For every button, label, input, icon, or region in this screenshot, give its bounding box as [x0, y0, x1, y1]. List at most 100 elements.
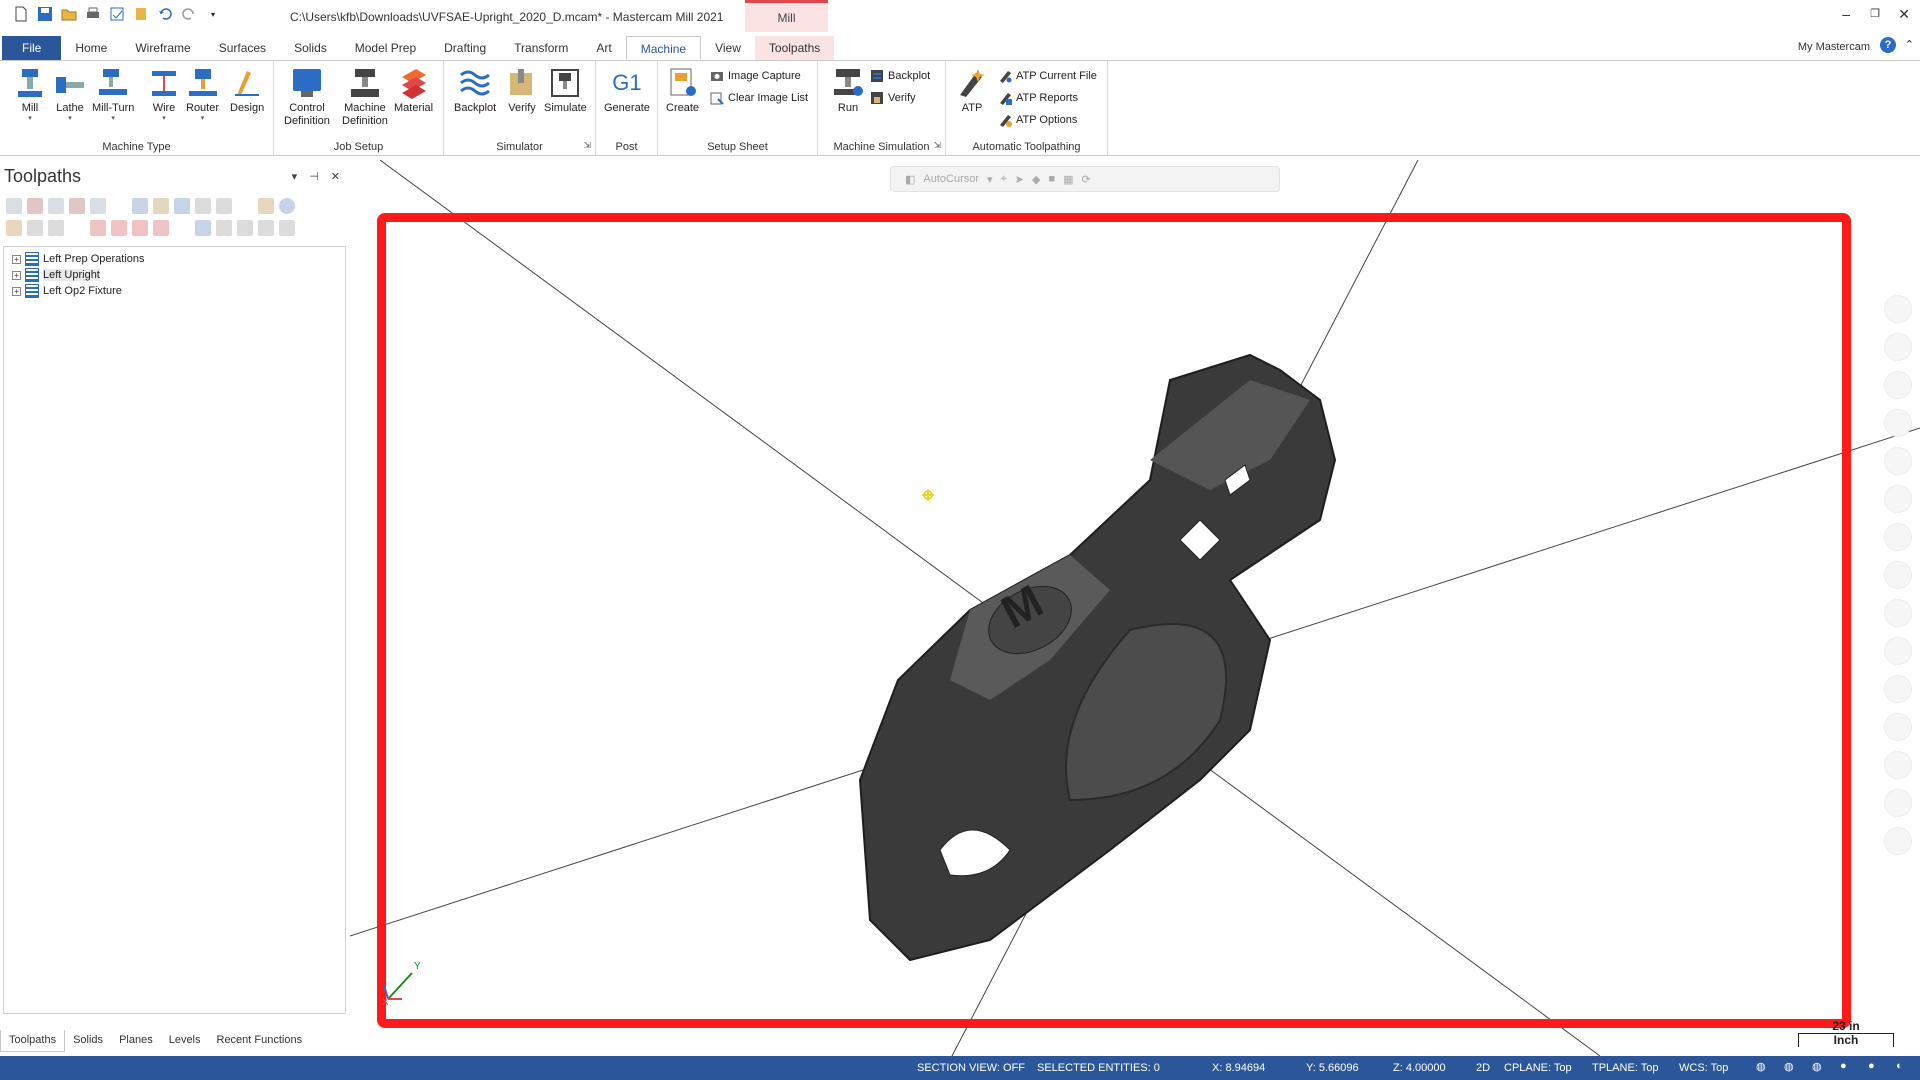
- collapse-ribbon-icon[interactable]: ⌃: [1905, 38, 1914, 51]
- select-toolpaths-icon[interactable]: [48, 198, 64, 214]
- machine-sim-backplot-button[interactable]: Backplot: [870, 69, 930, 83]
- high-feed-icon[interactable]: [216, 198, 232, 214]
- run-button[interactable]: Run: [832, 67, 864, 115]
- levels-icon[interactable]: [1884, 675, 1912, 703]
- z-coordinate[interactable]: Z: 4.00000: [1393, 1062, 1446, 1074]
- tab-wireframe[interactable]: Wireframe: [121, 36, 204, 60]
- tab-art[interactable]: Art: [582, 36, 625, 60]
- lathe-button[interactable]: Lathe ▾: [54, 67, 86, 123]
- move-down-icon[interactable]: [90, 220, 106, 236]
- insert-arrow-icon[interactable]: [132, 220, 148, 236]
- cplane-status[interactable]: CPLANE: Top: [1504, 1062, 1572, 1074]
- router-button[interactable]: Router ▾: [186, 67, 219, 123]
- pin-icon[interactable]: ⊣: [309, 170, 319, 183]
- tab-machine[interactable]: Machine: [625, 36, 702, 60]
- print-preview-icon[interactable]: [108, 5, 126, 23]
- expand-icon[interactable]: +: [12, 270, 21, 280]
- lock-icon[interactable]: [6, 220, 22, 236]
- material-button[interactable]: Material: [394, 67, 433, 115]
- zoom-in-icon[interactable]: [1884, 295, 1912, 323]
- clear-icon[interactable]: [1884, 827, 1912, 855]
- save-icon[interactable]: [36, 5, 54, 23]
- deselect-all-icon[interactable]: [27, 198, 43, 214]
- scroll-insert-icon[interactable]: [153, 220, 169, 236]
- measure-icon[interactable]: [1884, 485, 1912, 513]
- move-up-icon[interactable]: [111, 220, 127, 236]
- wcs-status[interactable]: WCS: Top: [1679, 1062, 1728, 1074]
- tab-toolpaths-manager[interactable]: Toolpaths: [0, 1030, 66, 1052]
- light-icon[interactable]: [1884, 789, 1912, 817]
- globe-icon[interactable]: ◍: [1756, 1060, 1766, 1073]
- view-icon[interactable]: [1884, 447, 1912, 475]
- new-file-icon[interactable]: [12, 5, 30, 23]
- tab-model-prep[interactable]: Model Prep: [341, 36, 430, 60]
- backplot-toolpaths-icon[interactable]: [132, 198, 148, 214]
- pan-icon[interactable]: [1884, 409, 1912, 437]
- close-window-icon[interactable]: ✕: [1898, 6, 1910, 23]
- panel-dropdown-icon[interactable]: ▾: [292, 170, 298, 183]
- backplot-button[interactable]: Backplot: [454, 67, 496, 115]
- mode-2d-3d[interactable]: 2D: [1476, 1062, 1490, 1074]
- toggle-display-icon[interactable]: [27, 220, 43, 236]
- simulate-toolpaths-icon[interactable]: [174, 198, 190, 214]
- tab-transform[interactable]: Transform: [500, 36, 582, 60]
- tree-item-left-prep-operations[interactable]: + Left Prep Operations: [4, 251, 345, 267]
- section-view-icon[interactable]: [1884, 599, 1912, 627]
- autocursor-icon[interactable]: ◧: [905, 173, 915, 186]
- tab-solids[interactable]: Solids: [280, 36, 341, 60]
- help-icon[interactable]: ?: [1880, 37, 1896, 53]
- properties-icon[interactable]: [132, 5, 150, 23]
- expand-icon[interactable]: +: [12, 286, 21, 296]
- image-capture-button[interactable]: Image Capture: [710, 69, 801, 83]
- solid-select-icon[interactable]: ■: [1048, 173, 1055, 185]
- analyze-icon[interactable]: [1884, 523, 1912, 551]
- clear-image-list-button[interactable]: Clear Image List: [710, 91, 808, 105]
- zoom-window-icon[interactable]: [1884, 333, 1912, 361]
- tab-recent-functions[interactable]: Recent Functions: [209, 1030, 311, 1052]
- expand-icon[interactable]: +: [12, 254, 21, 264]
- selection-mode-icon[interactable]: ◆: [1032, 173, 1040, 186]
- machine-definition-button[interactable]: Machine Definition: [342, 67, 388, 128]
- verify-button[interactable]: Verify: [506, 67, 538, 115]
- my-mastercam-link[interactable]: My Mastercam: [1798, 41, 1870, 53]
- atp-reports-button[interactable]: ATP Reports: [998, 91, 1078, 105]
- minimize-icon[interactable]: –: [1842, 6, 1850, 22]
- settings-icon[interactable]: [279, 220, 295, 236]
- select-icon[interactable]: ➤: [1015, 173, 1024, 186]
- machine-simulation-launcher-icon[interactable]: ⇲: [933, 140, 941, 151]
- control-definition-button[interactable]: Control Definition: [284, 67, 330, 128]
- tab-planes-manager[interactable]: Planes: [111, 1030, 161, 1052]
- display-selected-icon[interactable]: [195, 220, 211, 236]
- customize-qat-icon[interactable]: ▾: [204, 5, 222, 23]
- simulator-launcher-icon[interactable]: ⇲: [583, 140, 591, 151]
- tab-levels-manager[interactable]: Levels: [161, 1030, 209, 1052]
- autocursor-dropdown-icon[interactable]: ▾: [987, 173, 993, 186]
- filter-icon[interactable]: [258, 220, 274, 236]
- shading-mode-icon[interactable]: ●: [1840, 1060, 1847, 1072]
- select-failed-icon[interactable]: [69, 198, 85, 214]
- grid-icon[interactable]: ▦: [1063, 173, 1073, 186]
- atp-current-file-button[interactable]: ATP Current File: [998, 69, 1097, 83]
- restore-icon[interactable]: ❐: [1870, 7, 1880, 20]
- tab-solids-manager[interactable]: Solids: [65, 1030, 111, 1052]
- create-button[interactable]: Create: [666, 67, 699, 115]
- atp-button[interactable]: ATP: [956, 67, 988, 115]
- shading-icon[interactable]: [1884, 561, 1912, 589]
- undo-icon[interactable]: [156, 5, 174, 23]
- toolpaths-help-icon[interactable]: [279, 198, 295, 214]
- mill-turn-button[interactable]: Mill-Turn ▾: [92, 67, 134, 123]
- display-all-icon[interactable]: [216, 220, 232, 236]
- verify-toolpaths-icon[interactable]: [153, 198, 169, 214]
- tab-drafting[interactable]: Drafting: [430, 36, 500, 60]
- machine-sim-verify-button[interactable]: Verify: [870, 91, 916, 105]
- design-button[interactable]: Design: [230, 67, 264, 115]
- tplane-status[interactable]: TPLANE: Top: [1592, 1062, 1658, 1074]
- world-icon[interactable]: ◍: [1784, 1060, 1794, 1073]
- post-toolpaths-icon[interactable]: [195, 198, 211, 214]
- delete-toolpaths-icon[interactable]: [258, 198, 274, 214]
- wire-button[interactable]: Wire ▾: [148, 67, 180, 123]
- globe-alt-icon[interactable]: ◍: [1812, 1060, 1822, 1073]
- print-icon[interactable]: [84, 5, 102, 23]
- render-mode-icon[interactable]: ●: [1868, 1060, 1875, 1072]
- tab-surfaces[interactable]: Surfaces: [205, 36, 280, 60]
